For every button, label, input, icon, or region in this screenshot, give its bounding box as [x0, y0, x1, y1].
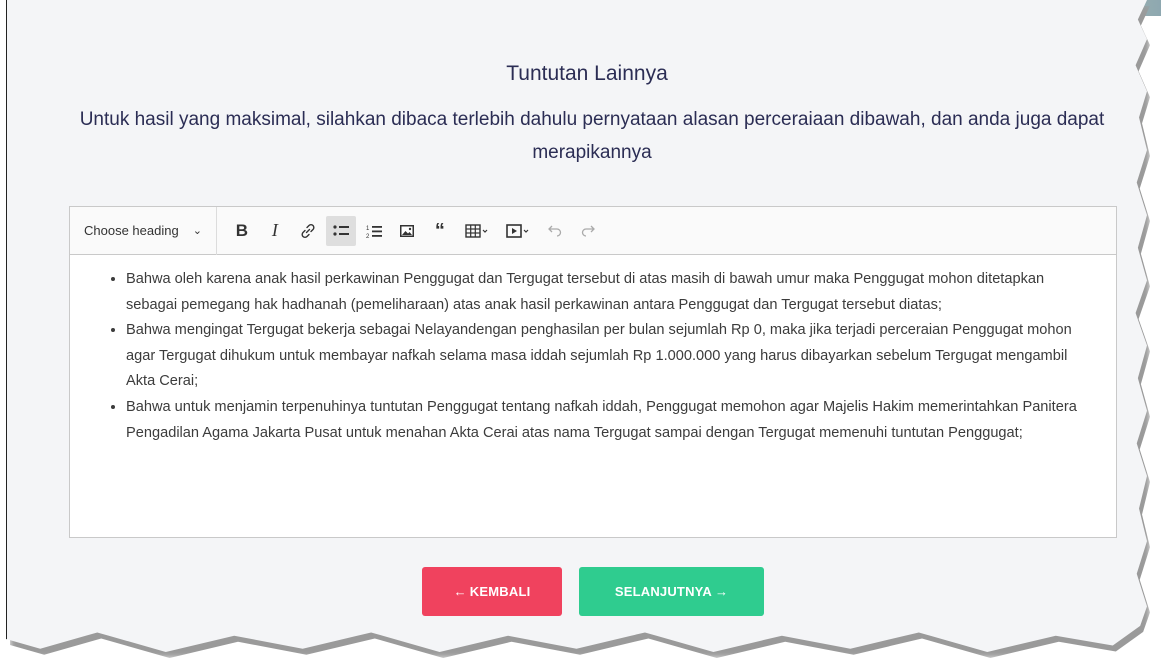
link-icon: [301, 223, 315, 238]
image-icon: [399, 224, 414, 237]
back-button[interactable]: ← KEMBALI: [422, 567, 562, 616]
arrow-left-icon: ←: [453, 584, 467, 599]
heading-dropdown[interactable]: Choose heading ⌄: [70, 206, 217, 255]
page-title: Tuntutan Lainnya: [506, 62, 668, 85]
next-button[interactable]: SELANJUTNYA →: [579, 567, 764, 616]
italic-icon: I: [271, 220, 278, 240]
numbered-list-icon: 12: [366, 225, 382, 239]
bulleted-list-icon: [333, 224, 349, 236]
list-item: Bahwa untuk menjamin terpenuhinya tuntut…: [126, 395, 1096, 446]
table-icon: [465, 223, 488, 238]
blockquote-icon: “: [434, 219, 445, 242]
bold-button[interactable]: B: [227, 216, 257, 246]
back-button-label: KEMBALI: [469, 584, 531, 599]
chevron-down-icon: ⌄: [192, 225, 202, 237]
undo-button[interactable]: [540, 216, 570, 246]
bulleted-list: Bahwa oleh karena anak hasil perkawinan …: [90, 267, 1096, 446]
bulleted-list-button[interactable]: [325, 215, 356, 246]
heading-dropdown-label: Choose heading: [84, 223, 179, 238]
media-icon: [506, 223, 529, 238]
insert-media-button[interactable]: [499, 216, 537, 246]
editor-toolbar: Choose heading ⌄ B I 12 “: [70, 206, 1116, 255]
svg-text:2: 2: [366, 234, 370, 239]
redo-button[interactable]: [573, 216, 603, 246]
insert-image-button[interactable]: [392, 216, 422, 246]
editor-content-area[interactable]: Bahwa oleh karena anak hasil perkawinan …: [70, 255, 1116, 446]
redo-icon: [581, 225, 595, 237]
list-item: Bahwa oleh karena anak hasil perkawinan …: [126, 267, 1096, 318]
undo-icon: [548, 225, 562, 237]
numbered-list-button[interactable]: 12: [359, 216, 389, 246]
page-subtitle: Untuk hasil yang maksimal, silahkan diba…: [79, 109, 1105, 163]
rich-text-editor: Choose heading ⌄ B I 12 “ • Bahwa oleh k…: [69, 206, 1117, 538]
blockquote-button[interactable]: “: [425, 216, 455, 246]
arrow-right-icon: →: [714, 584, 729, 599]
insert-table-button[interactable]: [458, 216, 496, 246]
svg-text:1: 1: [366, 226, 370, 232]
list-item: Bahwa mengingat Tergugat bekerja sebagai…: [126, 318, 1096, 395]
bold-icon: B: [235, 220, 249, 240]
torn-screenshot-card: Tuntutan Lainnya Untuk hasil yang maksim…: [6, 0, 1147, 652]
italic-button[interactable]: I: [260, 216, 290, 246]
link-button[interactable]: [293, 216, 323, 246]
next-button-label: SELANJUTNYA: [614, 584, 712, 599]
